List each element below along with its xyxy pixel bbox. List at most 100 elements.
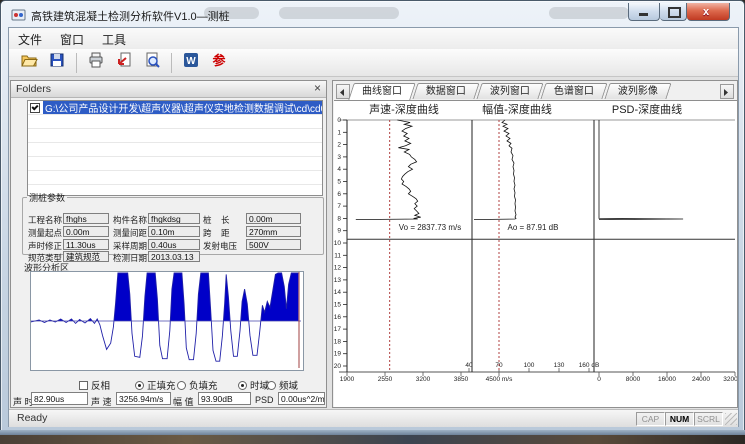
folder-list-empty-row	[28, 115, 322, 129]
folders-list[interactable]: G:\公司产品设计开发\超声仪器\超声仪实地检测数据调试\cd\cd03\cd0…	[27, 100, 323, 196]
depth-tick-label: 1	[337, 129, 341, 136]
param-field[interactable]: 270mm	[246, 226, 301, 237]
param-field[interactable]: 11.30us	[63, 239, 109, 250]
param-field[interactable]: 500V	[246, 239, 301, 250]
depth-tick-label: 12	[334, 265, 341, 272]
client-area: 文件窗口工具 W参 Folders × G:\公司产品设计开发\超声仪器\超声仪…	[8, 27, 739, 427]
depth-tick-label: 18	[334, 338, 341, 345]
toolbar-parameters-button[interactable]: 参	[206, 50, 232, 76]
param-label: 构件名称	[113, 214, 147, 226]
folder-checkbox[interactable]	[30, 103, 40, 113]
waveform-svg	[31, 272, 301, 368]
tab-label: 波列窗口	[490, 84, 530, 99]
menu-window[interactable]: 窗口	[51, 28, 93, 51]
fill-positive-radio-label: 正填充	[147, 378, 176, 392]
toolbar-separator	[76, 53, 77, 73]
tab-1[interactable]: 曲线窗口	[348, 83, 416, 100]
waveform-plot	[30, 271, 304, 371]
save-icon	[49, 52, 65, 73]
freq-domain-radio[interactable]: 频域	[267, 378, 298, 392]
tab-label: 数据窗口	[426, 84, 466, 99]
depth-tick-label: 17	[334, 326, 341, 333]
depth-curve	[599, 120, 683, 220]
svg-text:参: 参	[212, 53, 226, 68]
toolbar-preview-button[interactable]	[139, 50, 165, 76]
tab-5[interactable]: 波列影像	[604, 83, 671, 99]
tab-scroll-left-button[interactable]	[336, 84, 350, 99]
param-field[interactable]: 0.40us	[148, 239, 200, 250]
desktop-background	[0, 435, 745, 444]
menu-tools[interactable]: 工具	[93, 28, 135, 51]
invert-checkbox[interactable]: 反相	[79, 378, 110, 392]
application-window: 高铁建筑混凝土检测分析软件V1.0—测桩 x 文件窗口工具 W参 Folders…	[0, 0, 745, 444]
params-icon: 参	[211, 52, 227, 73]
print-preview-icon	[144, 52, 160, 73]
minimize-icon	[639, 13, 648, 16]
resize-grip[interactable]	[725, 413, 737, 425]
x-tick-label: 3200	[416, 376, 431, 383]
sound-time-field[interactable]: 82.90us	[31, 392, 88, 405]
folders-panel: Folders × G:\公司产品设计开发\超声仪器\超声仪实地检测数据调试\c…	[10, 80, 327, 408]
param-field[interactable]: 0.00m	[246, 213, 301, 224]
depth-tick-label: 3	[337, 154, 341, 161]
folder-list-item[interactable]: G:\公司产品设计开发\超声仪器\超声仪实地检测数据调试\cd\cd03\cd0…	[28, 101, 322, 115]
toolbar-save-button[interactable]	[44, 50, 70, 76]
param-field[interactable]: 2013.03.13	[148, 251, 200, 262]
minimize-button[interactable]	[628, 3, 660, 21]
amplitude-field[interactable]: 93.90dB	[198, 392, 251, 405]
sound-velocity-label: 声 速	[91, 395, 112, 408]
param-field[interactable]: fhgkdsg	[148, 213, 200, 224]
toolbar-export-button[interactable]	[111, 50, 137, 76]
toolbar-word-report-button[interactable]: W	[178, 50, 204, 76]
sound-velocity-field[interactable]: 3256.94m/s	[116, 392, 171, 405]
x-tick-label: 16000	[658, 376, 676, 383]
depth-curve	[356, 120, 421, 220]
maximize-button[interactable]	[660, 3, 687, 21]
x-tick-label: 160 dB	[579, 362, 600, 369]
fill-positive-radio[interactable]: 正填充	[135, 378, 176, 392]
param-field[interactable]: 0.10m	[148, 226, 200, 237]
aero-reflection	[279, 7, 399, 19]
tab-strip: 曲线窗口数据窗口 波列窗口色谱窗口波列影像	[333, 81, 737, 100]
export-icon	[116, 52, 132, 73]
tab-scroll-right-button[interactable]	[720, 84, 734, 99]
radio-icon[interactable]	[177, 381, 186, 390]
toolbar-open-button[interactable]	[16, 50, 42, 76]
x-tick-label: 2550	[378, 376, 393, 383]
radio-icon[interactable]	[238, 381, 247, 390]
invert-checkbox-label: 反相	[91, 378, 110, 392]
indicator-scrl: SCRL	[694, 412, 723, 426]
toolbar-print-button[interactable]	[83, 50, 109, 76]
radio-icon[interactable]	[135, 381, 144, 390]
fill-negative-radio[interactable]: 负填充	[177, 378, 218, 392]
param-label: 测量起点	[28, 227, 62, 239]
x-tick-label: 8000	[626, 376, 641, 383]
tab-3[interactable]: 波列窗口	[476, 83, 543, 99]
radio-icon[interactable]	[267, 381, 276, 390]
tab-4[interactable]: 色谱窗口	[540, 83, 607, 99]
window-frame: 高铁建筑混凝土检测分析软件V1.0—测桩 x 文件窗口工具 W参 Folders…	[0, 0, 745, 432]
status-bar: Ready CAPNUMSCRL	[9, 409, 738, 427]
folders-panel-close-icon[interactable]: ×	[314, 81, 321, 95]
param-field[interactable]: fhghs	[63, 213, 109, 224]
indicator-num: NUM	[665, 412, 694, 426]
param-field[interactable]: 0.00m	[63, 226, 109, 237]
depth-tick-label: 10	[334, 240, 341, 247]
menu-file[interactable]: 文件	[9, 28, 51, 51]
chart-title: 声速-深度曲线	[369, 102, 439, 116]
close-button[interactable]: x	[687, 3, 730, 21]
curve-annotation: Vo = 2837.73 m/s	[399, 223, 462, 232]
toolbar-separator	[171, 53, 172, 73]
param-field[interactable]: 建筑规范	[63, 251, 109, 262]
psd-field[interactable]: 0.00us^2/m	[278, 392, 325, 405]
freq-domain-radio-label: 频域	[279, 378, 298, 392]
folder-list-empty-row	[28, 157, 322, 171]
time-domain-radio[interactable]: 时域	[238, 378, 269, 392]
window-title: 高铁建筑混凝土检测分析软件V1.0—测桩	[31, 8, 230, 24]
checkbox-icon[interactable]	[79, 381, 88, 390]
toolbar: W参	[9, 49, 738, 77]
depth-tick-label: 5	[337, 179, 341, 186]
aero-reflection	[549, 7, 629, 19]
param-label: 检测日期	[113, 252, 147, 264]
tab-2[interactable]: 数据窗口	[412, 83, 479, 99]
